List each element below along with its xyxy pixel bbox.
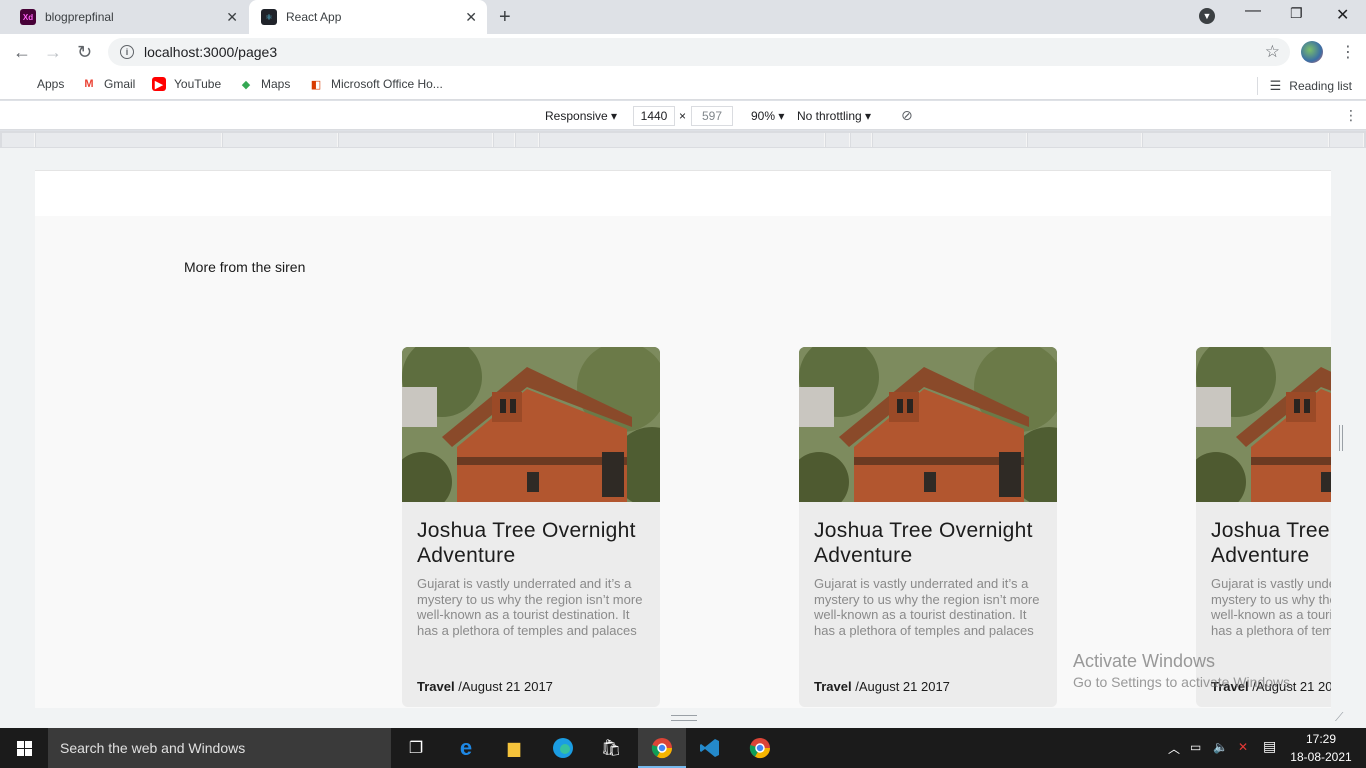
gmail-icon: M (84, 78, 94, 90)
tab-react-app[interactable]: ⚛ React App ✕ (249, 0, 487, 34)
card-description: Gujarat is vastly underrated and it’s a … (417, 576, 643, 638)
vscode-icon[interactable] (698, 736, 722, 760)
chrome-profile-icon[interactable] (748, 736, 772, 760)
tab-title: blogprepfinal (45, 10, 114, 24)
close-window-icon[interactable]: ✕ (1336, 5, 1349, 25)
reading-list-icon: ☰ (1269, 78, 1282, 93)
reading-list-button[interactable]: ☰ Reading list (1256, 77, 1352, 95)
file-explorer-icon[interactable]: ▆ (502, 736, 526, 760)
task-view-icon[interactable]: ❐ (404, 736, 428, 760)
device-select[interactable]: Responsive ▾ (545, 109, 617, 123)
viewport-resize-corner[interactable]: ⟋ (1335, 710, 1343, 725)
url-text[interactable]: localhost:3000/page3 (144, 44, 277, 60)
house-photo-icon (402, 347, 660, 502)
card-description: Gujarat is vastly underrated and it’s a … (1211, 576, 1331, 638)
dimension-separator: × (679, 109, 687, 123)
width-input[interactable]: 1440 (633, 106, 675, 126)
start-button[interactable] (0, 728, 48, 768)
card-title[interactable]: Joshua Tree Overnight Adventure (814, 518, 1042, 568)
page-viewport: More from the siren Joshua Tree Overnigh… (35, 170, 1331, 708)
card-date: /August 21 2017 (458, 679, 553, 694)
card-meta: Travel /August 21 2017 (814, 679, 950, 694)
edge-icon[interactable] (551, 736, 575, 760)
youtube-icon: ▶ (152, 77, 166, 91)
bookmark-apps[interactable]: Apps (15, 77, 64, 91)
battery-icon[interactable]: ▭ (1190, 740, 1201, 754)
windows-taskbar: Search the web and Windows ❐ e ▆ 🛍 ︿ ▭ 🔈… (0, 728, 1366, 768)
card-image (402, 347, 660, 502)
page-header (35, 171, 1331, 216)
section-title: More from the siren (184, 259, 306, 275)
apps-grid-icon (15, 77, 29, 91)
address-bar[interactable]: i localhost:3000/page3 ☆ (108, 38, 1290, 66)
volume-icon[interactable]: 🔈 (1213, 740, 1228, 754)
blog-card[interactable]: Joshua Tree Overnight Adventure Gujarat … (402, 347, 660, 707)
card-image (799, 347, 1057, 502)
activate-windows-watermark: Activate Windows Go to Settings to activ… (1073, 651, 1294, 690)
device-toolbar-menu-icon[interactable]: ⋮ (1344, 107, 1358, 124)
bookmark-gmail[interactable]: M Gmail (82, 77, 135, 91)
device-toolbar: Responsive ▾ 1440 × 597 90% ▾ No throttl… (0, 101, 1366, 130)
tab-blogprepfinal[interactable]: Xd blogprepfinal ✕ (8, 0, 248, 34)
house-photo-icon (1196, 347, 1331, 502)
card-category[interactable]: Travel (417, 679, 455, 694)
taskbar-search[interactable]: Search the web and Windows (48, 728, 391, 768)
card-title[interactable]: Joshua Tree Overnight Adventure (1211, 518, 1331, 568)
office-icon: ◧ (310, 78, 322, 91)
card-image (1196, 347, 1331, 502)
card-description: Gujarat is vastly underrated and it’s a … (814, 576, 1040, 638)
maps-pin-icon: ◆ (241, 78, 251, 91)
close-tab-icon[interactable]: ✕ (226, 9, 238, 26)
blog-card[interactable]: Joshua Tree Overnight Adventure Gujarat … (799, 347, 1057, 707)
notifications-icon[interactable]: ▤ (1263, 738, 1276, 755)
bookmark-star-icon[interactable]: ☆ (1265, 42, 1280, 62)
close-tab-icon[interactable]: ✕ (465, 9, 477, 26)
tab-strip: Xd blogprepfinal ✕ ⚛ React App ✕ + ▼ — ❐… (0, 0, 1366, 34)
bookmark-office[interactable]: ◧ Microsoft Office Ho... (309, 77, 443, 91)
chrome-icon[interactable] (650, 736, 674, 760)
tab-search-icon[interactable]: ▼ (1199, 8, 1215, 24)
network-icon[interactable]: ✕ (1238, 740, 1248, 754)
store-icon[interactable]: 🛍 (599, 736, 623, 760)
edge-legacy-icon[interactable]: e (454, 735, 478, 760)
card-title[interactable]: Joshua Tree Overnight Adventure (417, 518, 645, 568)
chrome-menu-icon[interactable]: ⋮ (1340, 42, 1356, 62)
tray-chevron-icon[interactable]: ︿ (1168, 740, 1180, 757)
back-icon[interactable]: ← (13, 42, 31, 63)
card-date: /August 21 2017 (855, 679, 950, 694)
bookmark-maps[interactable]: ◆ Maps (239, 77, 291, 91)
bookmarks-bar: Apps M Gmail ▶ YouTube ◆ Maps ◧ Microsof… (0, 70, 1366, 100)
card-meta: Travel /August 21 2017 (417, 679, 553, 694)
card-category[interactable]: Travel (814, 679, 852, 694)
new-tab-button[interactable]: + (499, 6, 511, 29)
viewport-width-handle[interactable] (1339, 425, 1343, 451)
zoom-select[interactable]: 90% ▾ (751, 109, 784, 123)
address-toolbar: ← → ↻ i localhost:3000/page3 ☆ ⋮ (0, 34, 1366, 70)
xd-favicon-icon: Xd (20, 9, 36, 25)
bookmark-youtube[interactable]: ▶ YouTube (152, 77, 221, 91)
rotate-icon[interactable]: ⊘ (901, 107, 913, 124)
site-info-icon[interactable]: i (120, 45, 134, 59)
profile-avatar[interactable] (1301, 41, 1323, 63)
height-input[interactable]: 597 (691, 106, 733, 126)
forward-icon[interactable]: → (44, 42, 62, 63)
house-photo-icon (799, 347, 1057, 502)
throttling-select[interactable]: No throttling ▾ (797, 109, 871, 123)
tab-title: React App (286, 10, 342, 24)
taskbar-clock[interactable]: 17:29 18-08-2021 (1290, 730, 1352, 766)
reload-icon[interactable]: ↻ (77, 42, 92, 63)
viewport-height-handle[interactable] (671, 715, 697, 721)
restore-icon[interactable]: ❐ (1290, 5, 1303, 22)
media-query-ruler[interactable] (0, 131, 1366, 148)
windows-logo-icon (16, 740, 32, 756)
minimize-icon[interactable]: — (1245, 2, 1261, 20)
divider (1256, 77, 1258, 95)
react-favicon-icon: ⚛ (261, 9, 277, 25)
